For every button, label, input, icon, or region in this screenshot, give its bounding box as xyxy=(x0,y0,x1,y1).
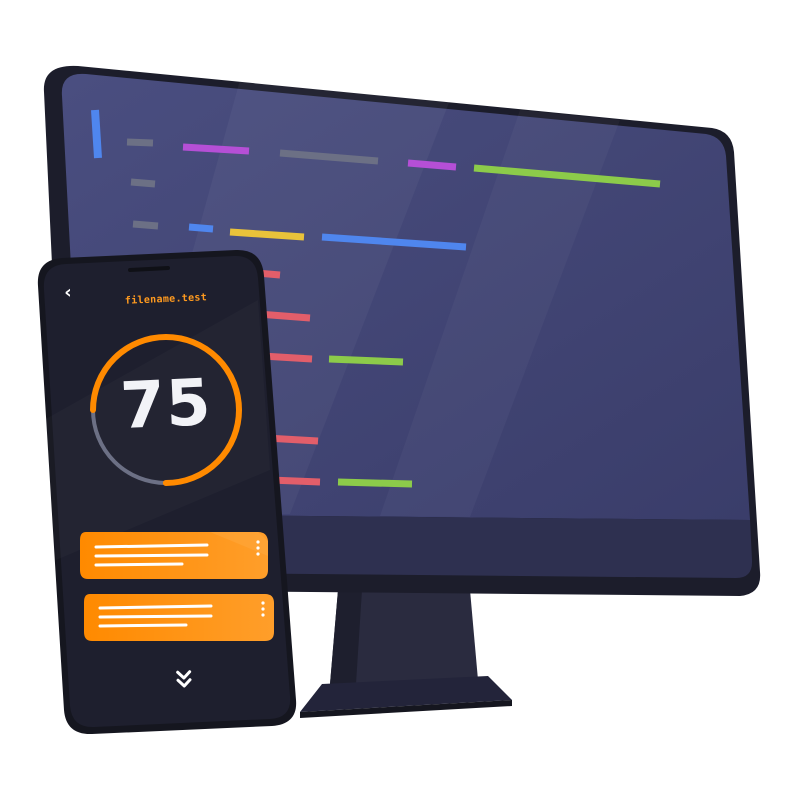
phone xyxy=(37,249,297,735)
list-card-2[interactable] xyxy=(84,594,274,641)
list-card-2-line xyxy=(98,623,188,628)
double-chevron-down-icon-shape xyxy=(176,670,192,688)
list-card-1-line xyxy=(94,553,209,558)
chevron-left-icon[interactable]: ‹ xyxy=(58,282,78,304)
list-card-1-line xyxy=(94,562,184,567)
monitor-stand xyxy=(300,590,512,718)
phone-speaker xyxy=(128,266,170,272)
list-card-1[interactable] xyxy=(80,532,268,579)
list-card-2-line xyxy=(98,604,213,610)
cursor-line xyxy=(91,109,102,159)
illustration: ‹ filename.test 75 xyxy=(0,0,800,800)
vertical-dots-icon[interactable] xyxy=(256,540,260,556)
score-value: 75 xyxy=(118,366,214,444)
list-card-1-line xyxy=(94,543,209,549)
vertical-dots-icon[interactable] xyxy=(261,601,265,617)
list-card-2-line xyxy=(98,614,213,619)
double-chevron-down-icon[interactable] xyxy=(171,665,196,694)
